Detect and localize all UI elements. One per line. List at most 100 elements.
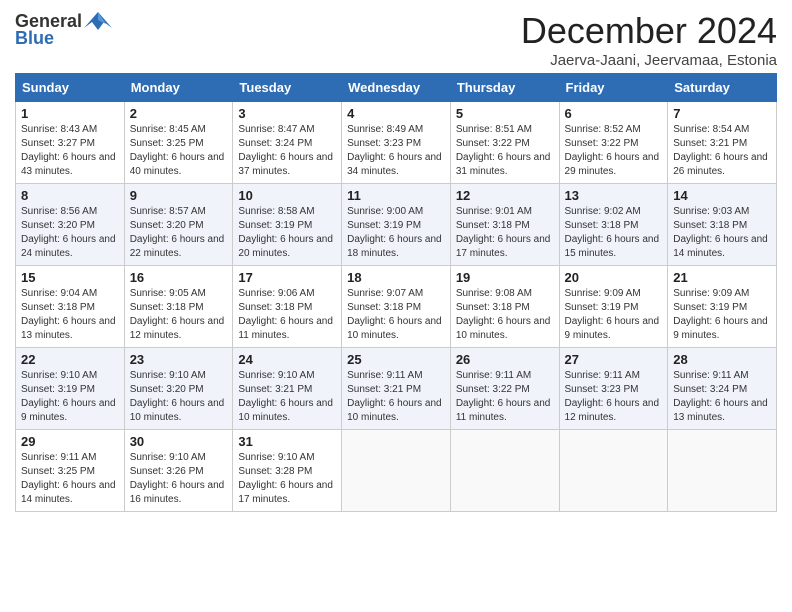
calendar-day-cell: 26 Sunrise: 9:11 AMSunset: 3:22 PMDayligh… bbox=[450, 348, 559, 430]
day-info: Sunrise: 9:05 AMSunset: 3:18 PMDaylight:… bbox=[130, 287, 228, 343]
calendar-day-cell: 5 Sunrise: 8:51 AMSunset: 3:22 PMDaylight… bbox=[450, 102, 559, 184]
calendar-day-cell: 22Sunrise: 9:10 AMSunset: 3:19 PMDayligh… bbox=[16, 348, 125, 430]
day-number: 23 bbox=[130, 352, 228, 367]
calendar-day-cell bbox=[342, 430, 451, 512]
day-number: 10 bbox=[238, 188, 336, 203]
calendar-week-row: 15Sunrise: 9:04 AMSunset: 3:18 PMDayligh… bbox=[16, 266, 777, 348]
day-info: Sunrise: 8:51 AMSunset: 3:22 PMDaylight:… bbox=[456, 123, 554, 179]
day-info: Sunrise: 8:56 AMSunset: 3:20 PMDaylight:… bbox=[21, 205, 119, 261]
calendar-day-cell: 7 Sunrise: 8:54 AMSunset: 3:21 PMDaylight… bbox=[668, 102, 777, 184]
calendar-day-cell: 12Sunrise: 9:01 AMSunset: 3:18 PMDayligh… bbox=[450, 184, 559, 266]
calendar-day-cell: 3 Sunrise: 8:47 AMSunset: 3:24 PMDaylight… bbox=[233, 102, 342, 184]
calendar-day-cell: 4 Sunrise: 8:49 AMSunset: 3:23 PMDaylight… bbox=[342, 102, 451, 184]
header: General Blue December 2024 Jaerva-Jaani,… bbox=[15, 10, 777, 69]
day-info: Sunrise: 9:04 AMSunset: 3:18 PMDaylight:… bbox=[21, 287, 119, 343]
calendar-day-cell bbox=[450, 430, 559, 512]
month-year-title: December 2024 bbox=[521, 10, 777, 52]
day-number: 19 bbox=[456, 270, 554, 285]
day-info: Sunrise: 8:47 AMSunset: 3:24 PMDaylight:… bbox=[238, 123, 336, 179]
calendar-header-row: SundayMondayTuesdayWednesdayThursdayFrid… bbox=[16, 74, 777, 102]
day-number: 13 bbox=[565, 188, 663, 203]
calendar-day-cell: 11 Sunrise: 9:00 AMSunset: 3:19 PMDayligh… bbox=[342, 184, 451, 266]
day-info: Sunrise: 9:11 AMSunset: 3:23 PMDaylight:… bbox=[565, 369, 663, 425]
calendar-day-cell: 8 Sunrise: 8:56 AMSunset: 3:20 PMDaylight… bbox=[16, 184, 125, 266]
day-info: Sunrise: 9:10 AMSunset: 3:28 PMDaylight:… bbox=[238, 451, 336, 507]
day-info: Sunrise: 8:52 AMSunset: 3:22 PMDaylight:… bbox=[565, 123, 663, 179]
day-number: 4 bbox=[347, 106, 445, 121]
day-number: 9 bbox=[130, 188, 228, 203]
day-info: Sunrise: 9:11 AMSunset: 3:25 PMDaylight:… bbox=[21, 451, 119, 507]
day-info: Sunrise: 9:03 AMSunset: 3:18 PMDaylight:… bbox=[673, 205, 771, 261]
day-number: 25 bbox=[347, 352, 445, 367]
day-number: 30 bbox=[130, 434, 228, 449]
day-of-week-header: Friday bbox=[559, 74, 668, 102]
calendar-day-cell: 16 Sunrise: 9:05 AMSunset: 3:18 PMDayligh… bbox=[124, 266, 233, 348]
day-info: Sunrise: 9:07 AMSunset: 3:18 PMDaylight:… bbox=[347, 287, 445, 343]
day-number: 11 bbox=[347, 188, 445, 203]
day-of-week-header: Saturday bbox=[668, 74, 777, 102]
day-info: Sunrise: 9:09 AMSunset: 3:19 PMDaylight:… bbox=[673, 287, 771, 343]
day-number: 8 bbox=[21, 188, 119, 203]
day-number: 3 bbox=[238, 106, 336, 121]
day-of-week-header: Sunday bbox=[16, 74, 125, 102]
day-info: Sunrise: 9:11 AMSunset: 3:21 PMDaylight:… bbox=[347, 369, 445, 425]
day-info: Sunrise: 9:10 AMSunset: 3:20 PMDaylight:… bbox=[130, 369, 228, 425]
day-info: Sunrise: 8:43 AMSunset: 3:27 PMDaylight:… bbox=[21, 123, 119, 179]
day-info: Sunrise: 9:11 AMSunset: 3:22 PMDaylight:… bbox=[456, 369, 554, 425]
day-info: Sunrise: 9:11 AMSunset: 3:24 PMDaylight:… bbox=[673, 369, 771, 425]
day-number: 22 bbox=[21, 352, 119, 367]
location-subtitle: Jaerva-Jaani, Jeervamaa, Estonia bbox=[521, 52, 777, 69]
logo: General Blue bbox=[15, 10, 112, 49]
day-number: 27 bbox=[565, 352, 663, 367]
day-info: Sunrise: 9:00 AMSunset: 3:19 PMDaylight:… bbox=[347, 205, 445, 261]
calendar-day-cell: 15Sunrise: 9:04 AMSunset: 3:18 PMDayligh… bbox=[16, 266, 125, 348]
calendar-day-cell: 18 Sunrise: 9:07 AMSunset: 3:18 PMDayligh… bbox=[342, 266, 451, 348]
day-info: Sunrise: 9:09 AMSunset: 3:19 PMDaylight:… bbox=[565, 287, 663, 343]
calendar-day-cell: 31 Sunrise: 9:10 AMSunset: 3:28 PMDayligh… bbox=[233, 430, 342, 512]
day-number: 17 bbox=[238, 270, 336, 285]
day-number: 7 bbox=[673, 106, 771, 121]
day-info: Sunrise: 9:06 AMSunset: 3:18 PMDaylight:… bbox=[238, 287, 336, 343]
day-info: Sunrise: 8:54 AMSunset: 3:21 PMDaylight:… bbox=[673, 123, 771, 179]
calendar-day-cell: 19 Sunrise: 9:08 AMSunset: 3:18 PMDayligh… bbox=[450, 266, 559, 348]
day-info: Sunrise: 8:49 AMSunset: 3:23 PMDaylight:… bbox=[347, 123, 445, 179]
day-info: Sunrise: 9:08 AMSunset: 3:18 PMDaylight:… bbox=[456, 287, 554, 343]
day-number: 26 bbox=[456, 352, 554, 367]
calendar-day-cell: 14 Sunrise: 9:03 AMSunset: 3:18 PMDayligh… bbox=[668, 184, 777, 266]
calendar-day-cell: 2 Sunrise: 8:45 AMSunset: 3:25 PMDaylight… bbox=[124, 102, 233, 184]
day-number: 6 bbox=[565, 106, 663, 121]
day-info: Sunrise: 9:02 AMSunset: 3:18 PMDaylight:… bbox=[565, 205, 663, 261]
calendar-table: SundayMondayTuesdayWednesdayThursdayFrid… bbox=[15, 73, 777, 512]
day-info: Sunrise: 8:58 AMSunset: 3:19 PMDaylight:… bbox=[238, 205, 336, 261]
calendar-day-cell: 13 Sunrise: 9:02 AMSunset: 3:18 PMDayligh… bbox=[559, 184, 668, 266]
day-number: 16 bbox=[130, 270, 228, 285]
calendar-day-cell: 28 Sunrise: 9:11 AMSunset: 3:24 PMDayligh… bbox=[668, 348, 777, 430]
day-number: 14 bbox=[673, 188, 771, 203]
day-info: Sunrise: 9:01 AMSunset: 3:18 PMDaylight:… bbox=[456, 205, 554, 261]
calendar-day-cell bbox=[668, 430, 777, 512]
calendar-day-cell: 29 Sunrise: 9:11 AMSunset: 3:25 PMDayligh… bbox=[16, 430, 125, 512]
day-info: Sunrise: 8:45 AMSunset: 3:25 PMDaylight:… bbox=[130, 123, 228, 179]
day-number: 5 bbox=[456, 106, 554, 121]
day-number: 31 bbox=[238, 434, 336, 449]
logo-blue-text: Blue bbox=[15, 28, 54, 49]
day-number: 1 bbox=[21, 106, 119, 121]
day-number: 18 bbox=[347, 270, 445, 285]
day-of-week-header: Tuesday bbox=[233, 74, 342, 102]
day-of-week-header: Monday bbox=[124, 74, 233, 102]
calendar-day-cell: 30Sunrise: 9:10 AMSunset: 3:26 PMDayligh… bbox=[124, 430, 233, 512]
day-number: 20 bbox=[565, 270, 663, 285]
calendar-week-row: 8 Sunrise: 8:56 AMSunset: 3:20 PMDaylight… bbox=[16, 184, 777, 266]
day-number: 2 bbox=[130, 106, 228, 121]
calendar-week-row: 29 Sunrise: 9:11 AMSunset: 3:25 PMDayligh… bbox=[16, 430, 777, 512]
day-number: 24 bbox=[238, 352, 336, 367]
day-number: 29 bbox=[21, 434, 119, 449]
title-area: December 2024 Jaerva-Jaani, Jeervamaa, E… bbox=[521, 10, 777, 69]
day-number: 28 bbox=[673, 352, 771, 367]
calendar-day-cell: 21Sunrise: 9:09 AMSunset: 3:19 PMDayligh… bbox=[668, 266, 777, 348]
calendar-day-cell: 24Sunrise: 9:10 AMSunset: 3:21 PMDayligh… bbox=[233, 348, 342, 430]
calendar-day-cell bbox=[559, 430, 668, 512]
calendar-day-cell: 1 Sunrise: 8:43 AMSunset: 3:27 PMDaylight… bbox=[16, 102, 125, 184]
day-of-week-header: Thursday bbox=[450, 74, 559, 102]
calendar-day-cell: 20 Sunrise: 9:09 AMSunset: 3:19 PMDayligh… bbox=[559, 266, 668, 348]
